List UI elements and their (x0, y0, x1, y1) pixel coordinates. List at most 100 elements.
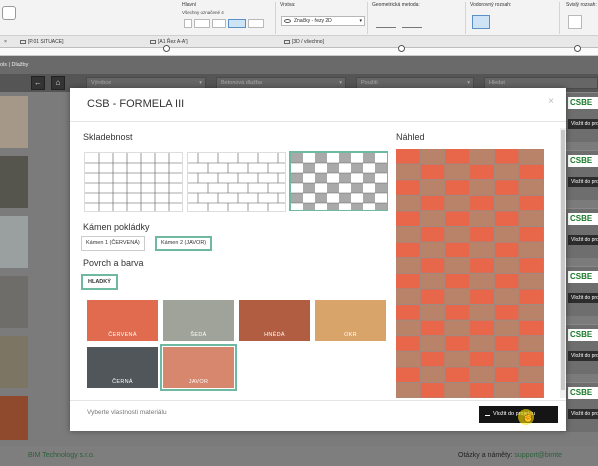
layer-select[interactable]: Značky - řezy 2D ▾ (281, 16, 365, 26)
color-swatch-cerna[interactable]: ČERNÁ (87, 347, 158, 388)
paving-stone (470, 195, 494, 211)
product-thumbnail[interactable] (0, 216, 28, 268)
paving-stone (519, 305, 544, 320)
surface-smooth-button[interactable]: HLADKÝ (81, 274, 118, 290)
paving-stone (519, 180, 544, 195)
paving-stone (396, 242, 420, 258)
paving-stone (494, 383, 519, 398)
paving-stone (420, 320, 445, 336)
insert-button[interactable]: Vložit do proj (568, 351, 598, 361)
paving-stone (445, 305, 470, 320)
ribbon-section-horizontal: Vodorovný rozsah: (468, 2, 560, 34)
paving-stone (470, 180, 494, 195)
paving-stone (420, 367, 445, 382)
paving-stone (445, 383, 470, 398)
paving-stone (470, 383, 494, 398)
horizontal-range-button-selected[interactable] (472, 15, 490, 29)
geometry-method-button[interactable] (376, 19, 396, 28)
paving-stone (494, 336, 519, 351)
paving-stone (470, 336, 494, 351)
dialog-title: CSB - FORMELA III (87, 98, 185, 110)
ribbon-button[interactable] (248, 19, 264, 28)
close-icon[interactable]: × (4, 37, 7, 47)
paving-stone (519, 149, 544, 164)
insert-button[interactable]: Vložit do proj (568, 119, 598, 129)
support-contact: Otázky a náměty: support@bimte (458, 452, 562, 459)
document-tabs: × [P.01 SITUACE] [A1 Řez A-A'] [3D / vše… (0, 36, 598, 48)
color-swatch-javor-selected[interactable]: JAVOR (160, 344, 237, 391)
paving-stone (445, 227, 470, 242)
chevron-down-icon: ▾ (339, 80, 342, 86)
color-swatch-okr[interactable]: OKR (315, 300, 386, 341)
ribbon-section-main: Hlavní Všechny označené 4 (180, 2, 276, 34)
layout-option-grid[interactable] (84, 152, 183, 212)
paving-stone (420, 289, 445, 304)
home-button[interactable]: ⌂ (51, 76, 65, 90)
product-thumbnail[interactable] (0, 336, 28, 388)
preview-heading: Náhled (396, 132, 425, 142)
horizontal-range-button[interactable] (518, 15, 538, 29)
paving-stone (445, 164, 470, 180)
paving-stone (445, 336, 470, 351)
close-icon[interactable]: × (548, 96, 554, 107)
paving-stone (445, 273, 470, 289)
3d-icon (284, 39, 290, 44)
back-button[interactable]: ← (31, 76, 45, 90)
geometry-method-button[interactable] (402, 19, 422, 28)
brand-logo: CSBE (568, 97, 598, 109)
paving-stone (470, 242, 494, 258)
stone-option-2-selected[interactable]: Kámen 2 (JAVOR) (155, 236, 213, 251)
paving-stone (470, 289, 494, 304)
ribbon-section-geometry: Geometrická metoda: (370, 2, 466, 34)
eye-icon (284, 19, 291, 23)
ribbon-button[interactable] (184, 19, 192, 28)
marker-icon (398, 45, 405, 52)
paving-stone (420, 242, 445, 258)
product-thumbnail[interactable] (0, 396, 28, 440)
paving-stone (470, 320, 494, 336)
layout-option-running-bond[interactable] (187, 152, 286, 212)
layout-mixed-preview (291, 153, 387, 210)
product-thumbnail[interactable] (0, 96, 28, 148)
paving-stone (470, 273, 494, 289)
paving-stone (519, 211, 544, 226)
product-thumbnail[interactable] (0, 156, 28, 208)
brand-logo: CSBE (568, 155, 598, 167)
insert-button[interactable]: Vložit do proj (568, 409, 598, 419)
support-email-link[interactable]: support@bimte (514, 452, 562, 459)
insert-button[interactable]: Vložit do proj (568, 235, 598, 245)
tool-icon[interactable] (2, 6, 16, 20)
insert-button[interactable]: Vložit do proj (568, 293, 598, 303)
color-swatch-seda[interactable]: ŠEDÁ (163, 300, 234, 341)
tab-3d[interactable]: [3D / všechno] (284, 37, 324, 47)
chevron-down-icon: ▾ (359, 18, 362, 24)
ribbon-button[interactable] (212, 19, 226, 28)
section-heading-surface: Povrch a barva (83, 258, 144, 268)
paving-stone (470, 149, 494, 164)
paving-stone (494, 195, 519, 211)
insert-button[interactable]: Vložit do proj (568, 177, 598, 187)
layout-bond-preview (188, 153, 285, 211)
paving-stone (420, 351, 445, 367)
color-swatch-hneda[interactable]: HNĚDÁ (239, 300, 310, 341)
paving-stone (494, 367, 519, 382)
paving-stone (470, 305, 494, 320)
stone-option-1[interactable]: Kámen 1 (ČERVENÁ) (81, 236, 145, 251)
paving-stone (420, 227, 445, 242)
horizontal-range-button[interactable] (494, 15, 514, 29)
marker-icon (574, 45, 581, 52)
layout-option-mixed-selected[interactable] (289, 151, 388, 211)
ribbon-button[interactable] (194, 19, 210, 28)
product-thumbnail[interactable] (0, 276, 28, 328)
paving-stone (420, 383, 445, 398)
paving-stone (519, 383, 544, 398)
vertical-range-button[interactable] (568, 15, 582, 29)
paving-stone (494, 149, 519, 164)
color-swatch-cervena[interactable]: ČERVENÁ (87, 300, 158, 341)
brand-logo: CSBE (568, 329, 598, 341)
ribbon-button-selected[interactable] (228, 19, 246, 28)
paving-stone (519, 242, 544, 258)
scrollbar[interactable] (560, 128, 566, 398)
scrollbar-thumb[interactable] (561, 130, 565, 390)
tab-situace[interactable]: [P.01 SITUACE] (20, 37, 63, 47)
